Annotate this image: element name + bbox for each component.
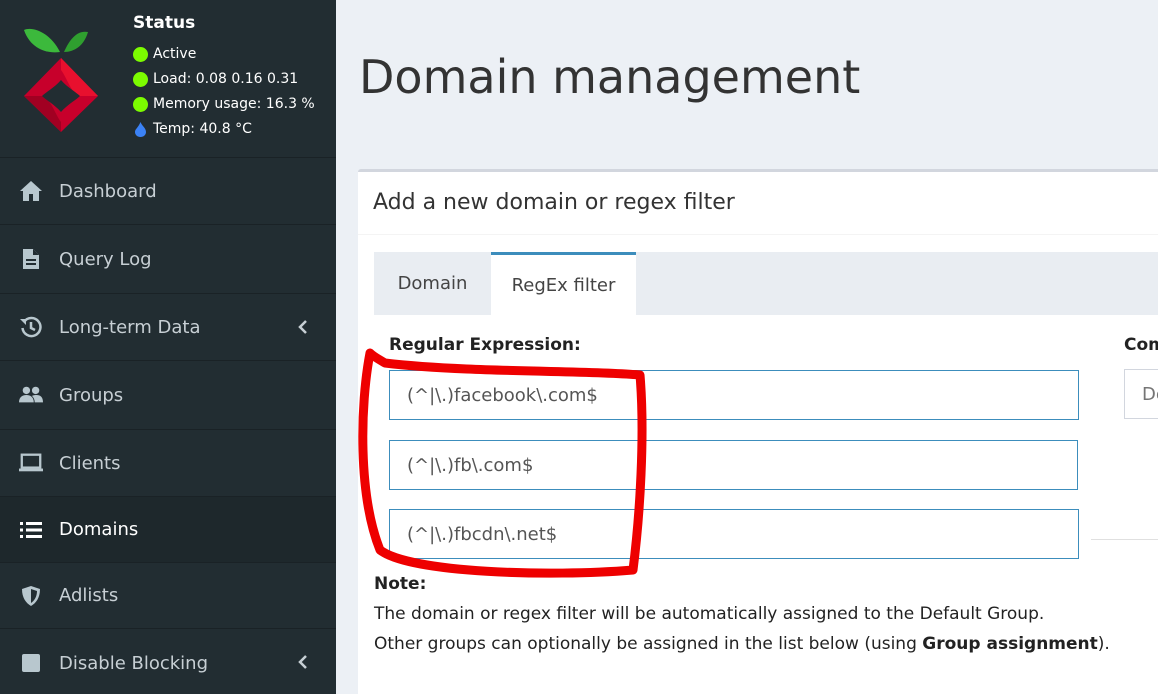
comment-input[interactable] — [1124, 369, 1158, 419]
memory-dot-icon — [133, 96, 148, 112]
status-title: Status — [133, 13, 196, 33]
list-icon — [19, 518, 43, 542]
box-title: Add a new domain or regex filter — [373, 190, 735, 215]
tabs-bar: Domain RegEx filter — [374, 252, 1158, 315]
sidebar-item-label: Adlists — [59, 585, 119, 606]
history-icon — [19, 315, 43, 339]
sidebar-item-label: Disable Blocking — [59, 652, 209, 674]
sidebar-item-label: Groups — [59, 384, 124, 406]
add-domain-box: Add a new domain or regex filter Domain … — [358, 169, 1158, 694]
regex-input-1[interactable] — [389, 370, 1079, 420]
note-line-2-prefix: Other groups can optionally be assigned … — [374, 634, 923, 654]
status-load: Load: 0.08 0.16 0.31 — [133, 71, 298, 87]
sidebar-item-long-term-data[interactable]: Long-term Data — [0, 294, 336, 361]
divider — [1091, 539, 1158, 540]
active-dot-icon — [133, 46, 148, 62]
sidebar-item-domains[interactable]: Domains — [0, 497, 336, 563]
sidebar-item-label: Long-term Data — [59, 316, 201, 338]
note-line-2: Other groups can optionally be assigned … — [374, 634, 1110, 654]
file-icon — [19, 247, 43, 271]
status-memory-text: Memory usage: 16.3 % — [153, 96, 315, 112]
sidebar-item-query-log[interactable]: Query Log — [0, 225, 336, 294]
note-title: Note: — [374, 574, 427, 594]
load-dot-icon — [133, 71, 148, 87]
box-header-divider — [358, 234, 1158, 235]
sidebar-item-disable-blocking[interactable]: Disable Blocking — [0, 629, 336, 694]
sidebar-item-label: Clients — [59, 452, 121, 474]
users-icon — [19, 383, 43, 407]
status-active: Active — [133, 46, 196, 62]
comment-label: Com — [1124, 335, 1158, 355]
pihole-logo — [24, 28, 98, 132]
status-active-text: Active — [153, 46, 197, 62]
regex-label: Regular Expression: — [389, 335, 581, 355]
status-load-text: Load: 0.08 0.16 0.31 — [153, 71, 299, 87]
sidebar-item-dashboard[interactable]: Dashboard — [0, 158, 336, 225]
status-temp-text: Temp: 40.8 °C — [153, 121, 252, 137]
status-temp: Temp: 40.8 °C — [133, 121, 252, 137]
sidebar-item-label: Dashboard — [59, 180, 157, 202]
fire-icon — [133, 121, 148, 137]
note-line-1: The domain or regex filter will be autom… — [374, 604, 1045, 624]
stop-icon — [19, 651, 43, 675]
laptop-icon — [19, 451, 43, 475]
shield-icon — [19, 584, 43, 608]
tab-regex-filter[interactable]: RegEx filter — [491, 252, 636, 315]
note-group-assignment: Group assignment — [922, 634, 1098, 654]
home-icon — [19, 179, 43, 203]
sidebar-item-clients[interactable]: Clients — [0, 430, 336, 497]
status-memory: Memory usage: 16.3 % — [133, 96, 315, 112]
sidebar-item-adlists[interactable]: Adlists — [0, 563, 336, 629]
page-title: Domain management — [359, 50, 861, 104]
regex-input-2[interactable] — [389, 440, 1078, 490]
chevron-left-icon — [298, 318, 308, 339]
sidebar-item-label: Domains — [59, 519, 139, 540]
chevron-left-icon — [298, 653, 308, 674]
sidebar-item-groups[interactable]: Groups — [0, 361, 336, 430]
note-line-2-suffix: ). — [1097, 634, 1110, 654]
sidebar-menu: Dashboard Query Log Long-term Data Group… — [0, 158, 336, 694]
regex-input-3[interactable] — [389, 509, 1079, 559]
logo-panel: Status Active Load: 0.08 0.16 0.31 Memor… — [0, 0, 336, 158]
sidebar: Status Active Load: 0.08 0.16 0.31 Memor… — [0, 0, 336, 694]
tab-domain[interactable]: Domain — [374, 252, 491, 315]
sidebar-item-label: Query Log — [59, 248, 152, 270]
